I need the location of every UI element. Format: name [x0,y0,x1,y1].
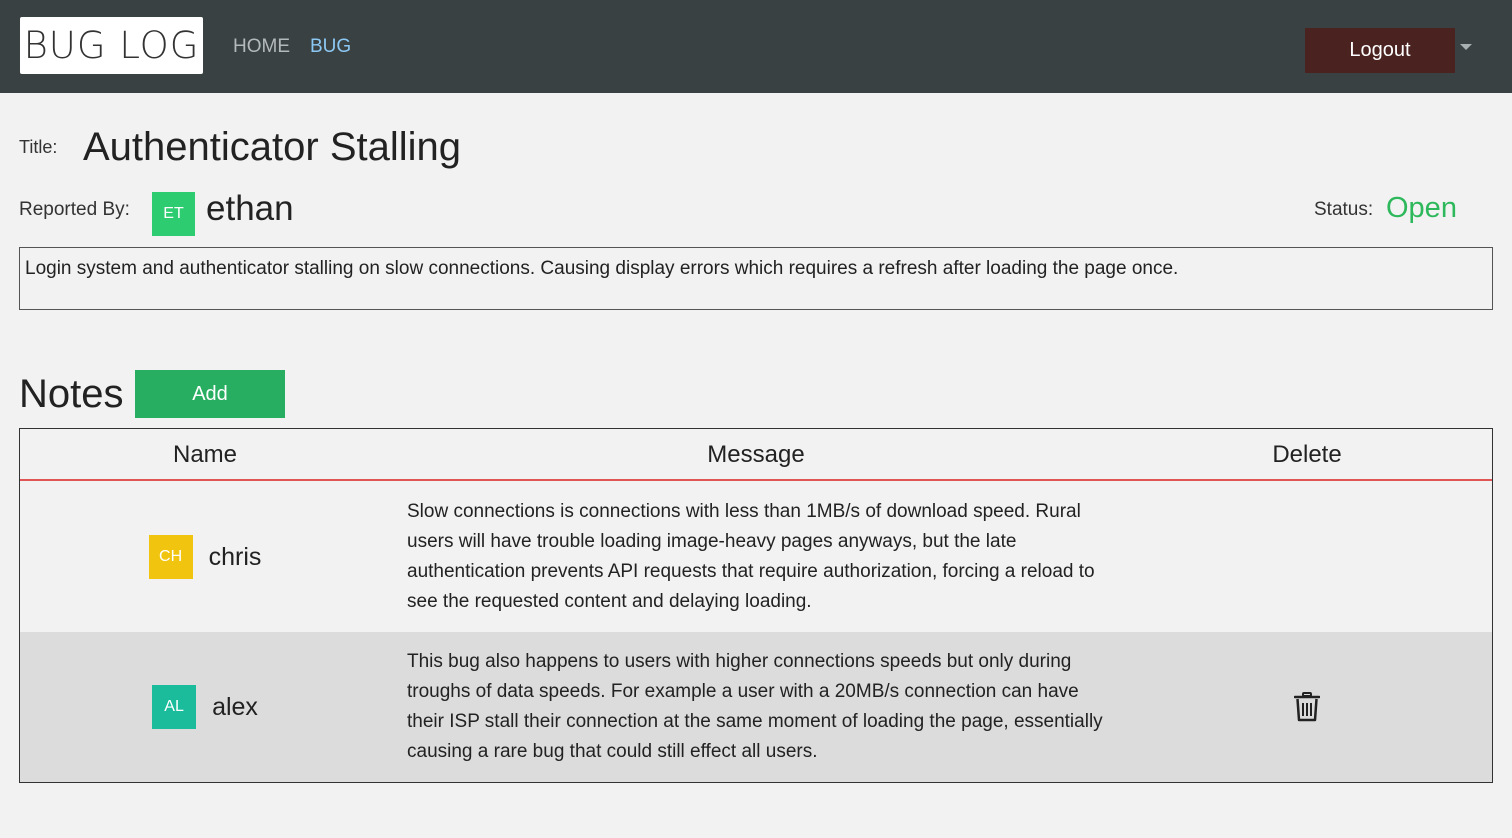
chevron-down-icon[interactable] [1460,44,1472,50]
table-row: CH chris Slow connections is connections… [20,482,1492,632]
status-label: Status: [1314,199,1374,220]
reporter-avatar: ET [152,192,195,236]
reported-by-label: Reported By: [19,199,130,220]
note-author: AL alex [20,632,390,782]
status-value: Open [1386,192,1457,224]
delete-cell [1122,482,1492,632]
note-message: This bug also happens to users with high… [407,651,1103,762]
note-message: Slow connections is connections with les… [407,501,1095,612]
column-header-delete: Delete [1272,441,1342,468]
nav-link-bug[interactable]: BUG [310,36,351,58]
reporter-name: ethan [206,189,294,228]
add-note-button[interactable]: Add [135,370,285,418]
title-label: Title: [19,137,58,157]
note-author-name: alex [212,692,258,721]
notes-heading: Notes [19,372,124,416]
logout-button[interactable]: Logout [1305,28,1455,73]
delete-cell [1122,632,1492,782]
bug-title: Authenticator Stalling [83,125,462,169]
note-author-name: chris [208,542,262,571]
navbar: BUG LOG HOME BUG Logout [0,0,1512,93]
bug-description: Login system and authenticator stalling … [19,247,1493,310]
column-header-message: Message [707,441,805,468]
table-header: Name Message Delete [20,429,1492,481]
trash-icon[interactable] [1289,689,1325,725]
nav-link-home[interactable]: HOME [233,36,290,58]
avatar: CH [148,535,193,579]
app-logo[interactable]: BUG LOG [20,17,203,74]
note-author: CH chris [20,482,390,632]
notes-table: Name Message Delete CH chris Slow connec… [19,428,1493,783]
logo-text: BUG LOG [23,24,200,67]
avatar: AL [152,685,197,729]
table-row: AL alex This bug also happens to users w… [20,632,1492,782]
column-header-name: Name [172,441,238,468]
